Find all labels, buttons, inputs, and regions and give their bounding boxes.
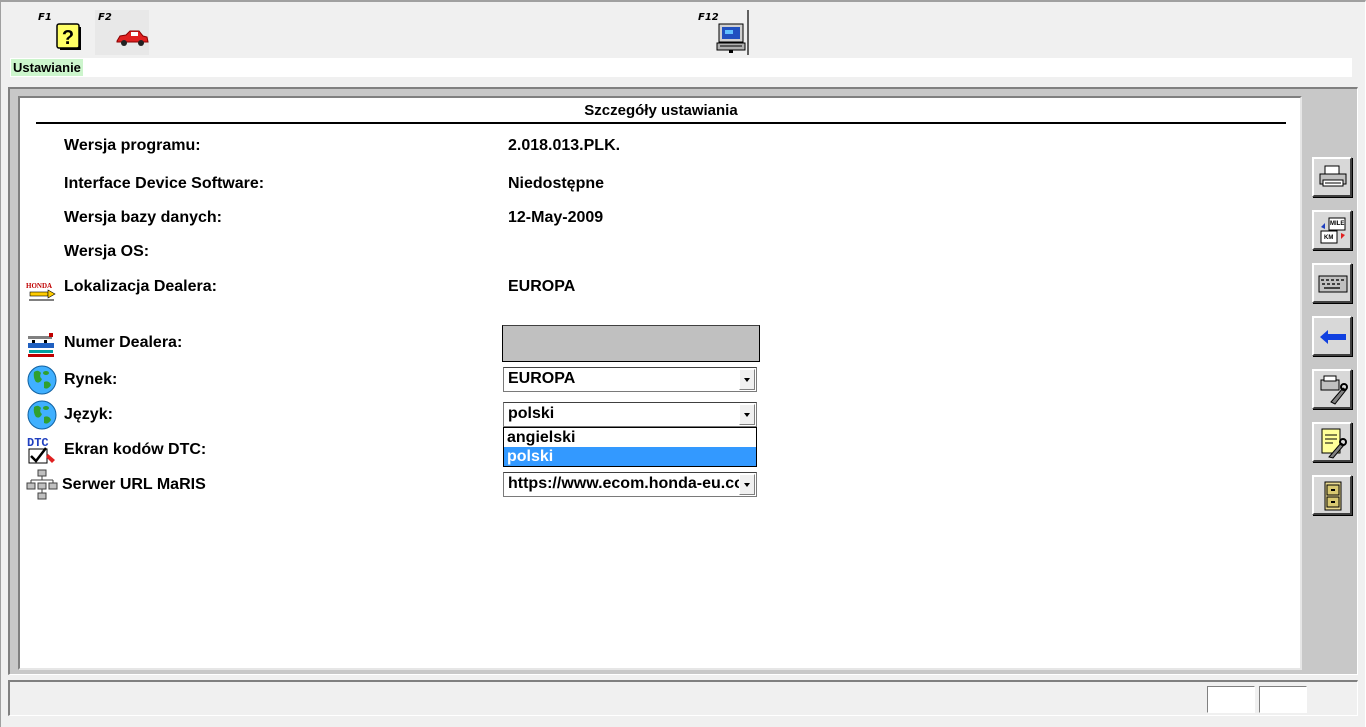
f1-key-label: F1 — [38, 12, 52, 23]
mile-km-convert-button[interactable]: MILE KM — [1312, 210, 1352, 250]
program-version-value: 2.018.013.PLK. — [508, 137, 621, 154]
dtc-screen-label: Ekran kodów DTC: — [64, 441, 207, 458]
car-icon — [116, 30, 149, 46]
back-arrow-icon — [1320, 330, 1346, 344]
panel-title: Szczegóły ustawiania — [584, 102, 738, 119]
setup-details-panel: Szczegóły ustawiania Wersja programu: 2.… — [18, 96, 1302, 670]
printer-settings-button[interactable] — [1312, 369, 1352, 409]
notepad-settings-button[interactable] — [1312, 422, 1352, 462]
network-server-icon — [26, 469, 58, 500]
help-icon: ? — [56, 23, 81, 50]
os-version-label: Wersja OS: — [64, 243, 150, 260]
maris-url-selected-value: https://www.ecom.honda-eu.com — [508, 475, 740, 492]
market-select[interactable]: EUROPA — [503, 367, 757, 392]
dealer-number-label: Numer Dealera: — [64, 334, 183, 351]
database-version-value: 12-May-2009 — [508, 209, 604, 226]
computer-connection-icon — [716, 23, 746, 53]
language-option-angielski[interactable]: angielski — [504, 428, 756, 447]
globe-language-icon — [27, 400, 57, 430]
panel-divider — [36, 122, 1286, 124]
cabinet-icon — [1324, 481, 1342, 511]
globe-market-icon — [27, 365, 57, 395]
dealer-number-field[interactable] — [502, 325, 760, 362]
language-label: Język: — [64, 406, 113, 423]
dealer-number-icon — [28, 333, 54, 357]
screen-title-strip: Ustawianie — [10, 58, 1352, 77]
status-cell-2 — [1259, 686, 1307, 713]
language-dropdown-button[interactable] — [739, 404, 755, 425]
market-label: Rynek: — [64, 371, 118, 388]
status-bar — [8, 680, 1358, 716]
f12-connection-button[interactable]: F12 — [695, 10, 749, 55]
dtc-icon: DTC — [27, 436, 55, 464]
program-version-label: Wersja programu: — [64, 137, 201, 154]
print-button[interactable] — [1312, 157, 1352, 197]
printer-settings-icon — [1320, 375, 1348, 405]
market-selected-value: EUROPA — [508, 370, 576, 387]
mile-km-convert-icon: MILE KM — [1320, 217, 1346, 244]
maris-url-label: Serwer URL MaRIS — [62, 476, 206, 493]
interface-software-value: Niedostępne — [508, 175, 605, 192]
maris-url-dropdown-button[interactable] — [739, 474, 755, 495]
language-option-polski[interactable]: polski — [504, 447, 756, 466]
f1-help-button[interactable]: F1 ? — [35, 10, 89, 55]
print-icon — [1319, 165, 1347, 187]
back-button[interactable] — [1312, 316, 1352, 356]
f2-key-label: F2 — [98, 12, 112, 23]
dealer-location-label: Lokalizacja Dealera: — [64, 278, 217, 295]
maris-url-select[interactable]: https://www.ecom.honda-eu.com — [503, 472, 757, 497]
f2-vehicle-button[interactable]: F2 — [95, 10, 149, 55]
svg-text:MILE: MILE — [1330, 221, 1344, 227]
keyboard-icon — [1318, 275, 1348, 293]
dealer-location-value: EUROPA — [508, 278, 576, 295]
status-cell-1 — [1207, 686, 1255, 713]
language-dropdown-list: angielski polski — [503, 427, 757, 467]
market-dropdown-button[interactable] — [739, 369, 755, 390]
honda-logo-text: HONDA — [26, 282, 52, 290]
svg-text:?: ? — [62, 27, 74, 49]
keyboard-button[interactable] — [1312, 263, 1352, 303]
screen-title-tag: Ustawianie — [11, 59, 83, 76]
database-version-label: Wersja bazy danych: — [64, 209, 222, 226]
svg-text:KM: KM — [1324, 235, 1333, 241]
honda-dealer-icon: HONDA — [26, 282, 56, 301]
language-select[interactable]: polski — [503, 402, 757, 427]
cabinet-button[interactable] — [1312, 475, 1352, 515]
interface-software-label: Interface Device Software: — [64, 175, 265, 192]
notepad-settings-icon — [1321, 428, 1347, 459]
language-selected-value: polski — [508, 405, 555, 422]
